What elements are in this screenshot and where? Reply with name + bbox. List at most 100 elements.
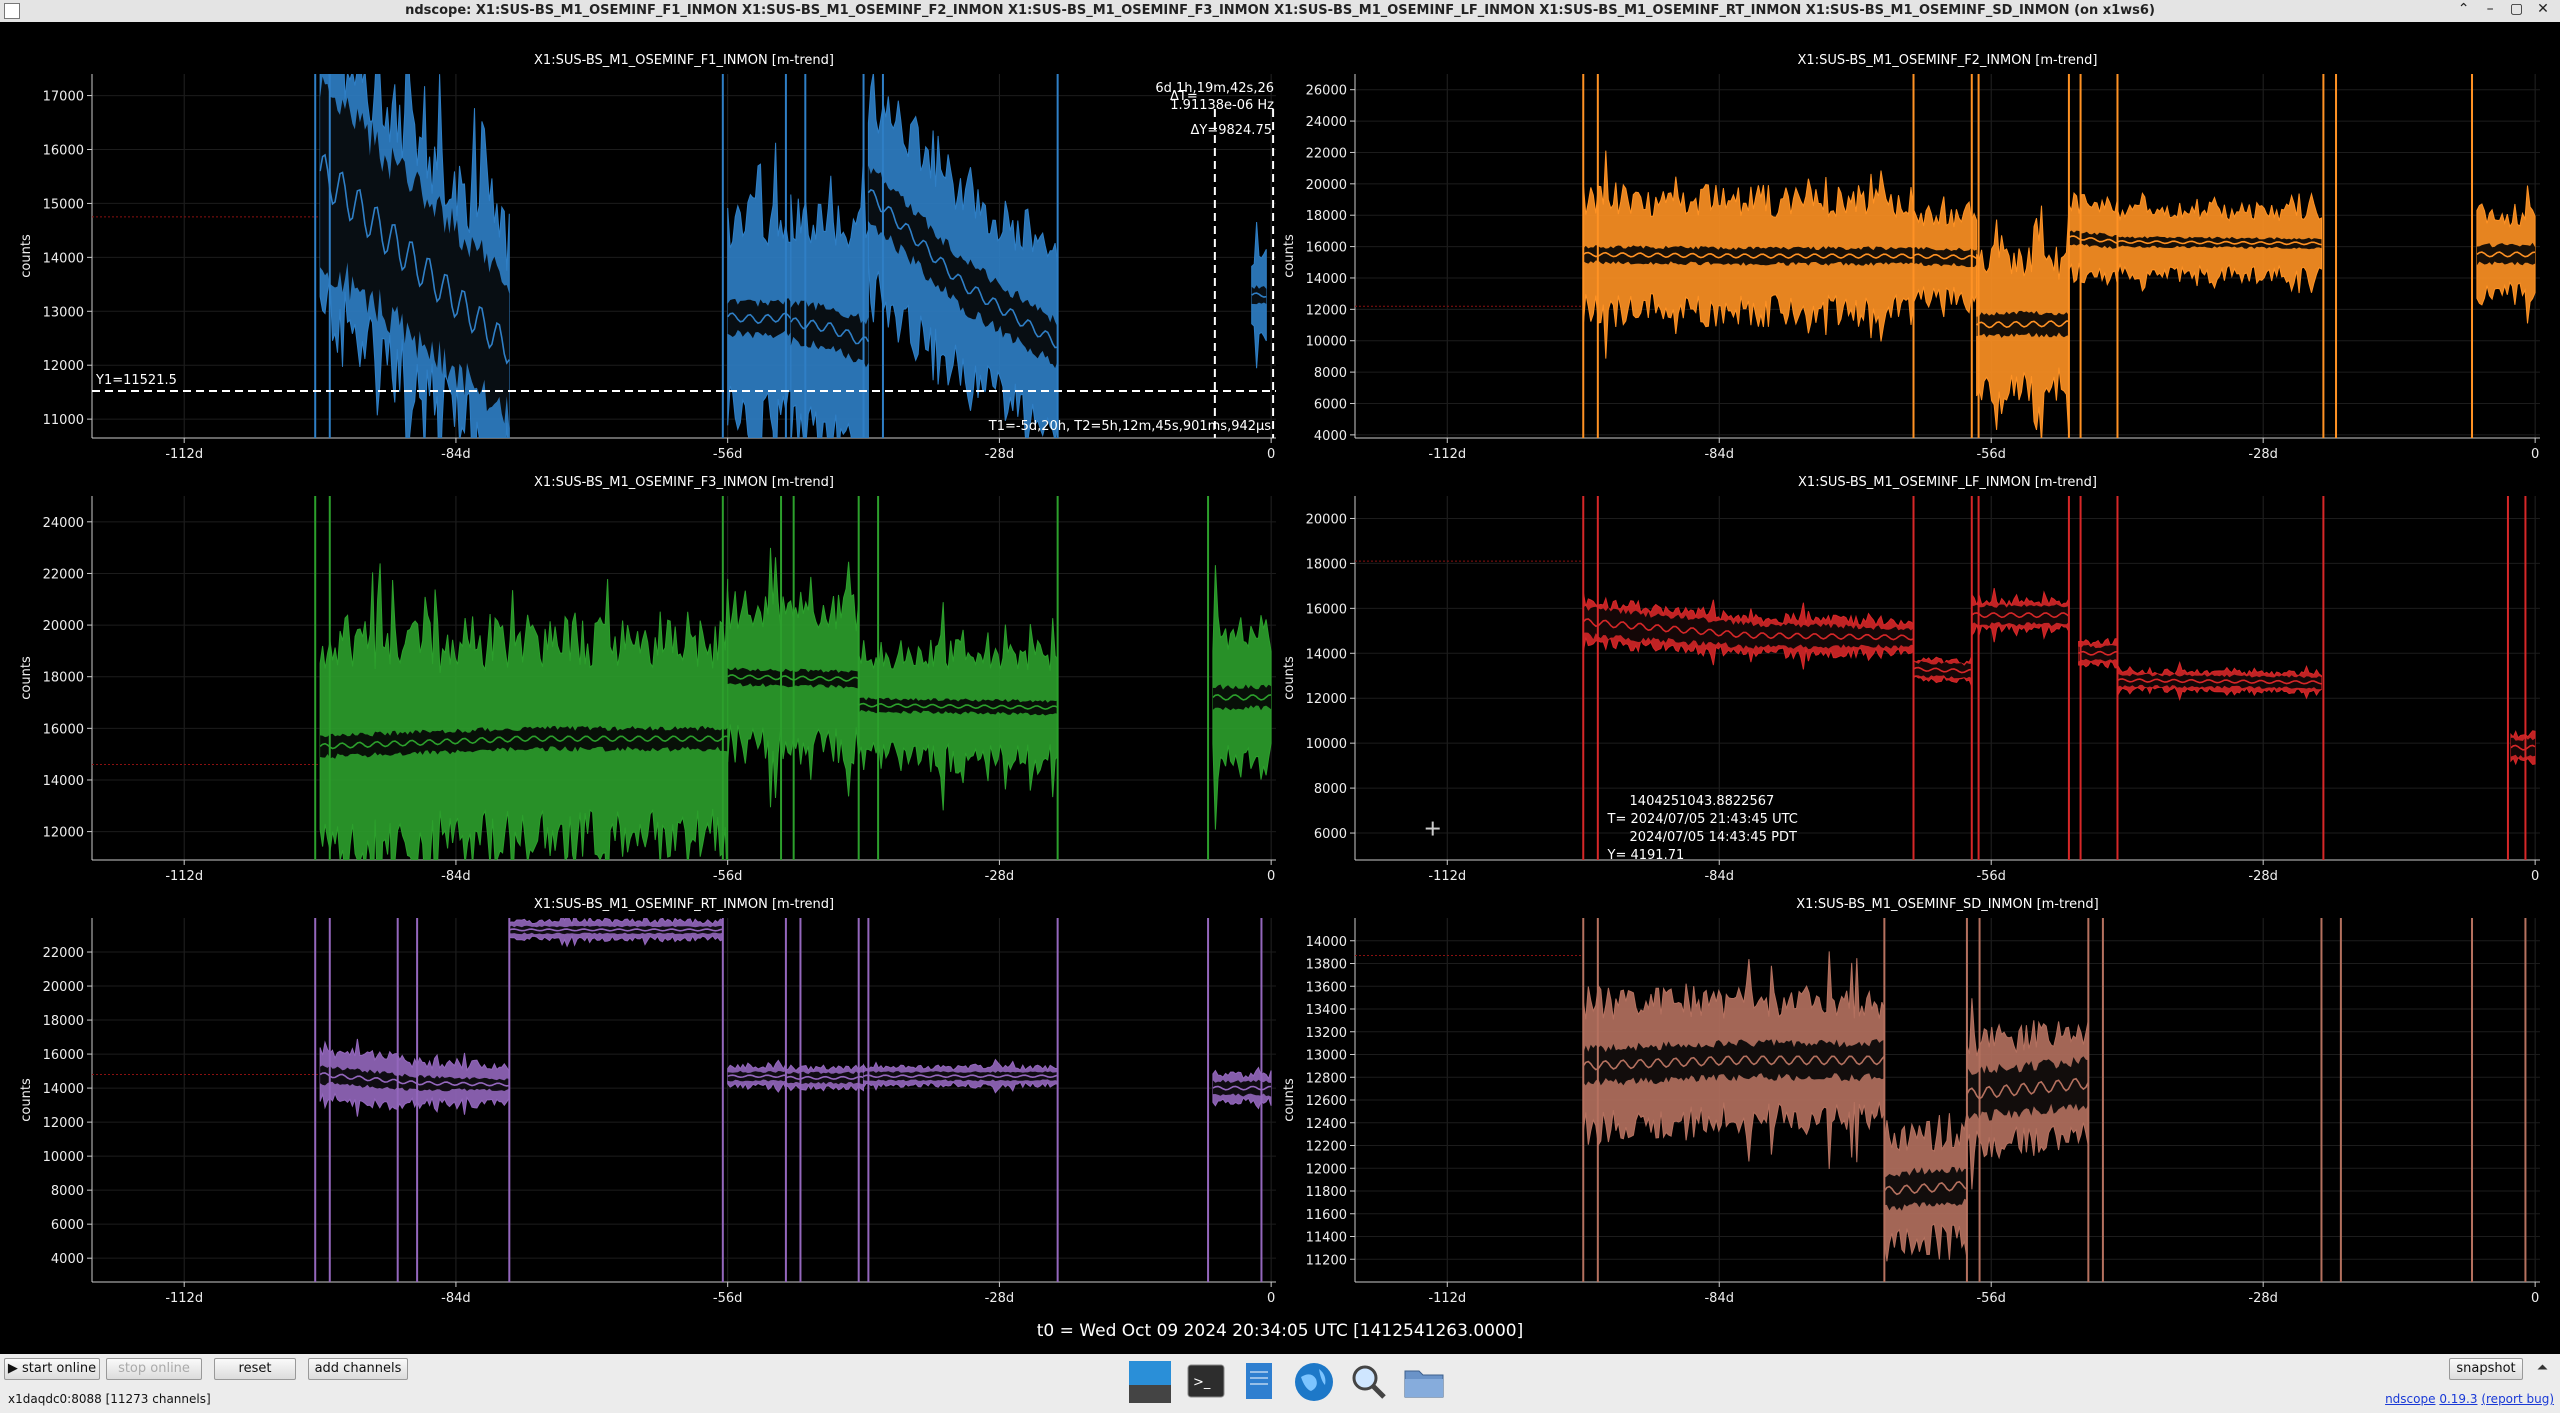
y-tick-label: 12000 bbox=[1306, 692, 1347, 707]
hover-line: 2024/07/05 14:43:45 PDT bbox=[1630, 830, 1797, 845]
ndscope-link[interactable]: ndscope bbox=[2385, 1392, 2435, 1406]
y-tick-label: 11200 bbox=[1306, 1253, 1347, 1268]
web-browser-icon[interactable] bbox=[1291, 1359, 1337, 1405]
y-axis-label: counts bbox=[19, 656, 34, 700]
report-bug-link[interactable]: (report bug) bbox=[2481, 1392, 2554, 1406]
window-close-button[interactable]: ✕ bbox=[2532, 1, 2554, 17]
y-tick-label: 20000 bbox=[43, 619, 84, 634]
y-tick-label: 13400 bbox=[1306, 1003, 1347, 1018]
y-tick-label: 13600 bbox=[1306, 980, 1347, 995]
y-tick-label: 18000 bbox=[43, 1014, 84, 1029]
stop-online-button[interactable]: stop online bbox=[106, 1358, 202, 1380]
y-tick-label: 14000 bbox=[43, 1082, 84, 1097]
delta-t-label: 6d,1h,19m,42s,26 bbox=[1155, 81, 1274, 96]
plot-rt[interactable]: X1:SUS-BS_M1_OSEMINF_RT_INMON [m-trend] -… bbox=[19, 897, 1276, 1306]
y-tick-label: 20000 bbox=[1306, 512, 1347, 527]
x-tick-label: -28d bbox=[2248, 869, 2278, 884]
x-tick-label: -112d bbox=[1428, 447, 1466, 462]
x-tick-label: -112d bbox=[165, 869, 203, 884]
x-tick-label: 0 bbox=[1267, 869, 1275, 884]
y-axis-label: counts bbox=[1282, 656, 1297, 700]
x-tick-label: -56d bbox=[1976, 1291, 2006, 1306]
y-tick-label: 22000 bbox=[43, 946, 84, 961]
min-max-envelope bbox=[867, 74, 1059, 438]
version-link[interactable]: 0.19.3 bbox=[2439, 1392, 2477, 1406]
x-tick-label: 0 bbox=[1267, 447, 1275, 462]
svg-text:>_: >_ bbox=[1193, 1375, 1211, 1390]
rms-band bbox=[1971, 604, 2069, 627]
hover-line: T= 2024/07/05 21:43:45 UTC bbox=[1607, 812, 1798, 827]
y-tick-label: 18000 bbox=[1306, 209, 1347, 224]
x-tick-label: 0 bbox=[2531, 447, 2539, 462]
desktop-icon[interactable] bbox=[1127, 1359, 1173, 1405]
y-tick-label: 24000 bbox=[43, 516, 84, 531]
y-tick-label: 16000 bbox=[43, 143, 84, 158]
add-channels-button[interactable]: add channels bbox=[308, 1358, 408, 1380]
trace-lf bbox=[1355, 496, 2536, 860]
plot-f1[interactable]: X1:SUS-BS_M1_OSEMINF_F1_INMON [m-trend] -… bbox=[19, 22, 1276, 527]
x-tick-label: -56d bbox=[1976, 447, 2006, 462]
y-tick-label: 16000 bbox=[1306, 602, 1347, 617]
snapshot-button[interactable]: snapshot bbox=[2449, 1358, 2523, 1380]
plot-title-f2: X1:SUS-BS_M1_OSEMINF_F2_INMON [m-trend] bbox=[1798, 53, 2098, 68]
x-tick-label: -28d bbox=[985, 869, 1015, 884]
plot-area[interactable]: X1:SUS-BS_M1_OSEMINF_F1_INMON [m-trend] -… bbox=[0, 22, 2560, 1352]
plot-sd[interactable]: X1:SUS-BS_M1_OSEMINF_SD_INMON [m-trend] -… bbox=[1282, 897, 2540, 1306]
y-axis-label: counts bbox=[19, 234, 34, 278]
y-tick-label: 24000 bbox=[1306, 115, 1347, 130]
y-tick-label: 12000 bbox=[43, 359, 84, 374]
plot-lf[interactable]: X1:SUS-BS_M1_OSEMINF_LF_INMON [m-trend] -… bbox=[1282, 475, 2540, 884]
x-tick-label: -28d bbox=[2248, 447, 2278, 462]
y-tick-label: 12000 bbox=[1306, 1162, 1347, 1177]
plots-canvas[interactable]: X1:SUS-BS_M1_OSEMINF_F1_INMON [m-trend] -… bbox=[0, 22, 2560, 1352]
frequency-label: 1.91138e-06 Hz bbox=[1170, 98, 1274, 113]
x-tick-label: -56d bbox=[1976, 869, 2006, 884]
window-shade-button[interactable]: ⌃ bbox=[2453, 1, 2475, 17]
y-tick-label: 12800 bbox=[1306, 1071, 1347, 1086]
y-axis-label: counts bbox=[1282, 1078, 1297, 1122]
start-online-button[interactable]: ▶ start online bbox=[4, 1358, 100, 1380]
x-tick-label: -28d bbox=[2248, 1291, 2278, 1306]
reset-button[interactable]: reset bbox=[214, 1358, 296, 1380]
cursor-overlay[interactable]: Y1=11521.5 T1=-5d,20h, T2=5h,12m,45s,901m… bbox=[92, 81, 1276, 438]
plot-title-f3: X1:SUS-BS_M1_OSEMINF_F3_INMON [m-trend] bbox=[534, 475, 834, 490]
x-tick-label: -28d bbox=[985, 1291, 1015, 1306]
window-titlebar: ndscope: X1:SUS-BS_M1_OSEMINF_F1_INMON X… bbox=[0, 0, 2560, 23]
plot-f2[interactable]: X1:SUS-BS_M1_OSEMINF_F2_INMON [m-trend] -… bbox=[1282, 53, 2540, 462]
y-tick-label: 8000 bbox=[1314, 782, 1347, 797]
search-icon[interactable] bbox=[1345, 1359, 1391, 1405]
y-axis-label: counts bbox=[1282, 234, 1297, 278]
y-tick-label: 6000 bbox=[1314, 827, 1347, 842]
y-tick-label: 22000 bbox=[43, 567, 84, 582]
text-editor-icon[interactable] bbox=[1237, 1359, 1283, 1405]
collapse-panel-icon[interactable]: ⏶ bbox=[2537, 1360, 2548, 1376]
x-tick-label: -84d bbox=[1704, 447, 1734, 462]
y-tick-label: 13800 bbox=[1306, 958, 1347, 973]
y-tick-label: 4000 bbox=[51, 1252, 84, 1267]
x-tick-label: 0 bbox=[2531, 1291, 2539, 1306]
y-tick-label: 18000 bbox=[1306, 557, 1347, 572]
y1-cursor-label: Y1=11521.5 bbox=[95, 373, 177, 388]
window-maximize-button[interactable]: ▢ bbox=[2506, 1, 2528, 17]
terminal-icon[interactable]: >_ bbox=[1183, 1359, 1229, 1405]
trace-rt bbox=[92, 918, 1272, 1282]
y-tick-label: 13200 bbox=[1306, 1026, 1347, 1041]
y-tick-label: 11400 bbox=[1306, 1231, 1347, 1246]
y-tick-label: 4000 bbox=[1314, 429, 1347, 444]
plot-title-lf: X1:SUS-BS_M1_OSEMINF_LF_INMON [m-trend] bbox=[1798, 475, 2097, 490]
y-tick-label: 10000 bbox=[1306, 737, 1347, 752]
x-tick-label: -112d bbox=[1428, 869, 1466, 884]
y-tick-label: 6000 bbox=[51, 1218, 84, 1233]
window-minimize-button[interactable]: – bbox=[2479, 1, 2501, 17]
plot-f3[interactable]: X1:SUS-BS_M1_OSEMINF_F3_INMON [m-trend] -… bbox=[19, 475, 1276, 925]
y-tick-label: 14000 bbox=[1306, 272, 1347, 287]
x-tick-label: -84d bbox=[1704, 869, 1734, 884]
y-tick-label: 18000 bbox=[43, 671, 84, 686]
delta-y-label: ΔY=9824.75 bbox=[1191, 123, 1273, 138]
y-tick-label: 16000 bbox=[43, 722, 84, 737]
y-tick-label: 13000 bbox=[1306, 1049, 1347, 1064]
x-tick-label: -84d bbox=[441, 1291, 471, 1306]
y-tick-label: 13000 bbox=[43, 305, 84, 320]
file-manager-icon[interactable] bbox=[1401, 1359, 1447, 1405]
server-status: x1daqdc0:8088 [11273 channels] bbox=[8, 1392, 211, 1406]
